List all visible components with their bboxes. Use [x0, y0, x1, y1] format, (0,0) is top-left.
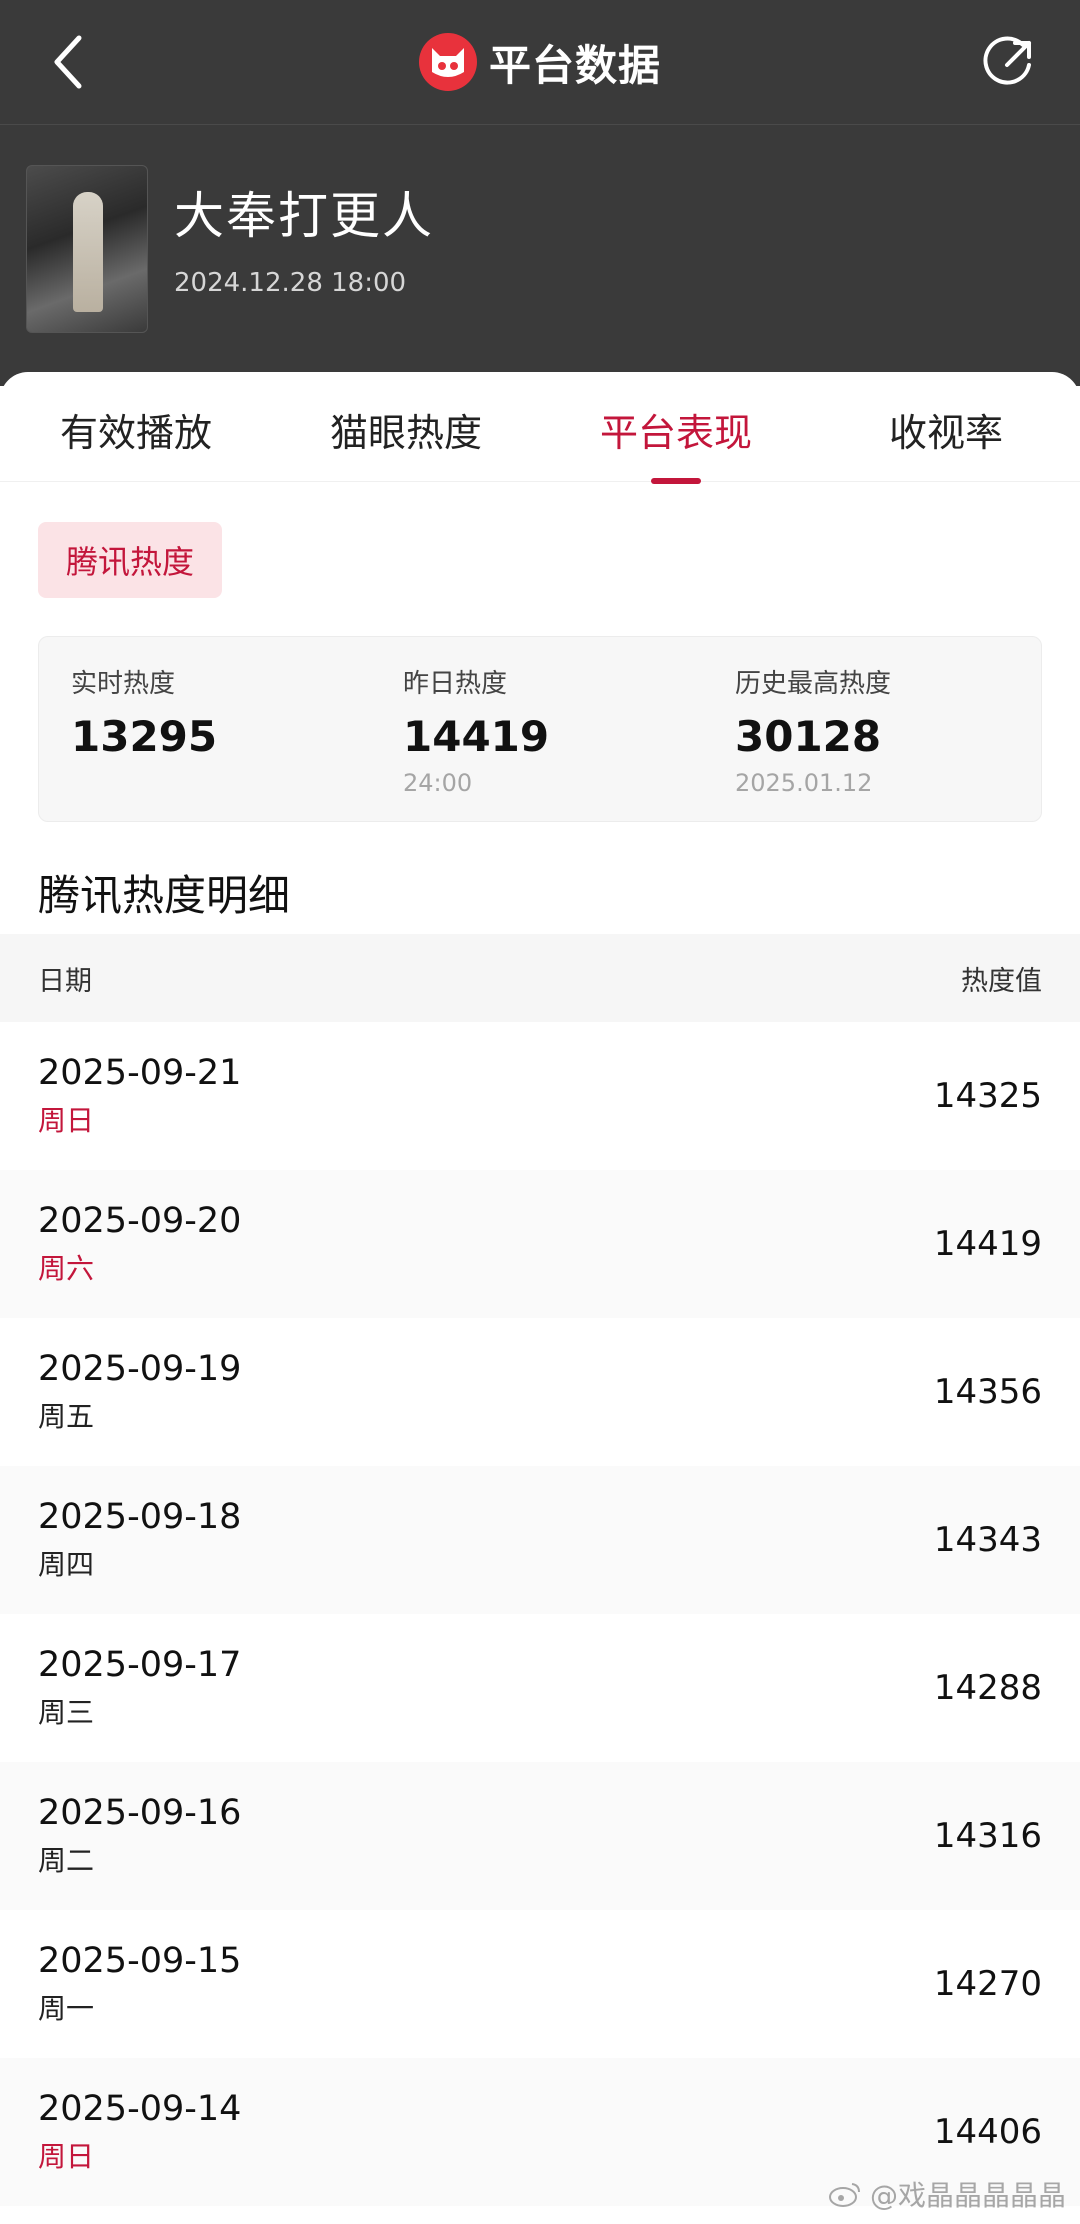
row-date: 2025-09-16	[38, 1793, 242, 1833]
table-row: 2025-09-15 周一 14270	[0, 1910, 1080, 2058]
row-date: 2025-09-17	[38, 1645, 242, 1685]
stat-history-high: 历史最高热度 30128 2025.01.12	[735, 663, 891, 797]
row-date-cell: 2025-09-14 周日	[38, 2089, 241, 2175]
weibo-icon	[828, 2183, 860, 2207]
row-weekday: 周二	[38, 1844, 95, 1877]
col-date-header: 日期	[38, 965, 92, 997]
table-row: 2025-09-16 周二 14316	[0, 1762, 1080, 1910]
row-weekday: 周六	[38, 1252, 95, 1285]
row-date-cell: 2025-09-18 周四	[38, 1497, 241, 1583]
row-weekday: 周四	[38, 1548, 95, 1581]
stat-value: 13295	[71, 712, 218, 761]
row-date-cell: 2025-09-19 周五	[38, 1349, 241, 1435]
stat-label: 实时热度	[71, 669, 176, 699]
show-header	[0, 124, 1080, 386]
content-sheet: 有效播放 猫眼热度 平台表现 收视率 腾讯热度 实时热度 13295 昨日热度	[0, 372, 1080, 2224]
active-tab-indicator	[651, 478, 701, 484]
share-button[interactable]	[978, 30, 1042, 94]
row-heat-value: 14270	[933, 1964, 1042, 2004]
tab-effective-play[interactable]: 有效播放	[26, 402, 246, 462]
row-date-cell: 2025-09-17 周三	[38, 1645, 241, 1731]
brand: 平台数据	[418, 32, 661, 93]
chip-label: 腾讯热度	[65, 543, 194, 581]
stat-yesterday: 昨日热度 14419 24:00	[403, 663, 549, 797]
show-title: 大奉打更人	[174, 187, 434, 245]
row-weekday: 周日	[38, 1104, 95, 1137]
tab-label: 猫眼热度	[329, 411, 482, 455]
row-heat-value: 14288	[933, 1668, 1042, 1708]
share-icon	[983, 36, 1031, 85]
row-weekday: 周三	[38, 1696, 95, 1729]
row-date-cell: 2025-09-20 周六	[38, 1201, 241, 1287]
tab-ratings[interactable]: 收视率	[836, 402, 1056, 462]
stat-label: 昨日热度	[403, 669, 508, 699]
back-button[interactable]	[38, 30, 98, 94]
row-weekday: 周日	[38, 2140, 95, 2173]
show-datetime: 2024.12.28 18:00	[174, 268, 407, 298]
watermark: @戏晶晶晶晶晶	[828, 2174, 1066, 2214]
stat-sub: 2025.01.12	[735, 769, 873, 797]
col-value-header: 热度值	[961, 965, 1042, 997]
table-row: 2025-09-17 周三 14288	[0, 1614, 1080, 1762]
tab-platform-performance[interactable]: 平台表现	[566, 402, 786, 484]
tab-label: 有效播放	[59, 411, 212, 455]
row-date: 2025-09-18	[38, 1497, 242, 1537]
row-date: 2025-09-14	[38, 2089, 242, 2129]
watermark-text: @戏晶晶晶晶晶	[869, 2179, 1066, 2212]
row-heat-value: 14316	[933, 1816, 1042, 1856]
row-weekday: 周一	[38, 1992, 95, 2025]
page: 平台数据 大奉打更人 2024.12.28 18:00 有效播放 猫眼热度 平台…	[0, 0, 1080, 2224]
chevron-left-icon	[54, 35, 82, 89]
table-row: 2025-09-20 周六 14419	[0, 1170, 1080, 1318]
cat-logo-icon	[418, 33, 477, 91]
tab-maoyan-heat[interactable]: 猫眼热度	[296, 402, 516, 462]
row-heat-value: 14419	[933, 1224, 1042, 1264]
row-heat-value: 14406	[933, 2112, 1042, 2152]
row-heat-value: 14356	[933, 1372, 1042, 1412]
platform-chip-tencent[interactable]: 腾讯热度	[38, 522, 222, 598]
row-heat-value: 14343	[933, 1520, 1042, 1560]
row-date-cell: 2025-09-21 周日	[38, 1053, 241, 1139]
row-date: 2025-09-21	[38, 1053, 242, 1093]
heat-stats-card: 实时热度 13295 昨日热度 14419 24:00 历史最高热度 30128…	[38, 636, 1042, 822]
row-date: 2025-09-19	[38, 1349, 242, 1389]
top-bar: 平台数据	[0, 0, 1080, 124]
detail-table: 2025-09-21 周日 14325 2025-09-20 周六 14419 2025-0…	[0, 1022, 1080, 2206]
tab-bar: 有效播放 猫眼热度 平台表现 收视率	[0, 372, 1080, 484]
table-header: 日期 热度值	[0, 934, 1080, 1022]
row-date: 2025-09-20	[38, 1201, 242, 1241]
row-date: 2025-09-15	[38, 1941, 242, 1981]
row-date-cell: 2025-09-16 周二	[38, 1793, 241, 1879]
show-poster[interactable]	[26, 165, 148, 333]
stat-realtime: 实时热度 13295	[71, 663, 217, 761]
row-weekday: 周五	[38, 1400, 95, 1433]
stat-sub: 24:00	[403, 769, 473, 797]
tab-label: 收视率	[888, 411, 1003, 455]
row-heat-value: 14325	[933, 1076, 1042, 1116]
stat-value: 30128	[735, 712, 882, 761]
table-row: 2025-09-19 周五 14356	[0, 1318, 1080, 1466]
header-title: 平台数据	[488, 40, 661, 90]
tab-label: 平台表现	[599, 411, 752, 455]
detail-title: 腾讯热度明细	[38, 871, 291, 920]
table-row: 2025-09-21 周日 14325	[0, 1022, 1080, 1170]
stat-value: 14419	[403, 712, 550, 761]
row-date-cell: 2025-09-15 周一	[38, 1941, 241, 2027]
stat-label: 历史最高热度	[735, 669, 892, 699]
table-row: 2025-09-18 周四 14343	[0, 1466, 1080, 1614]
